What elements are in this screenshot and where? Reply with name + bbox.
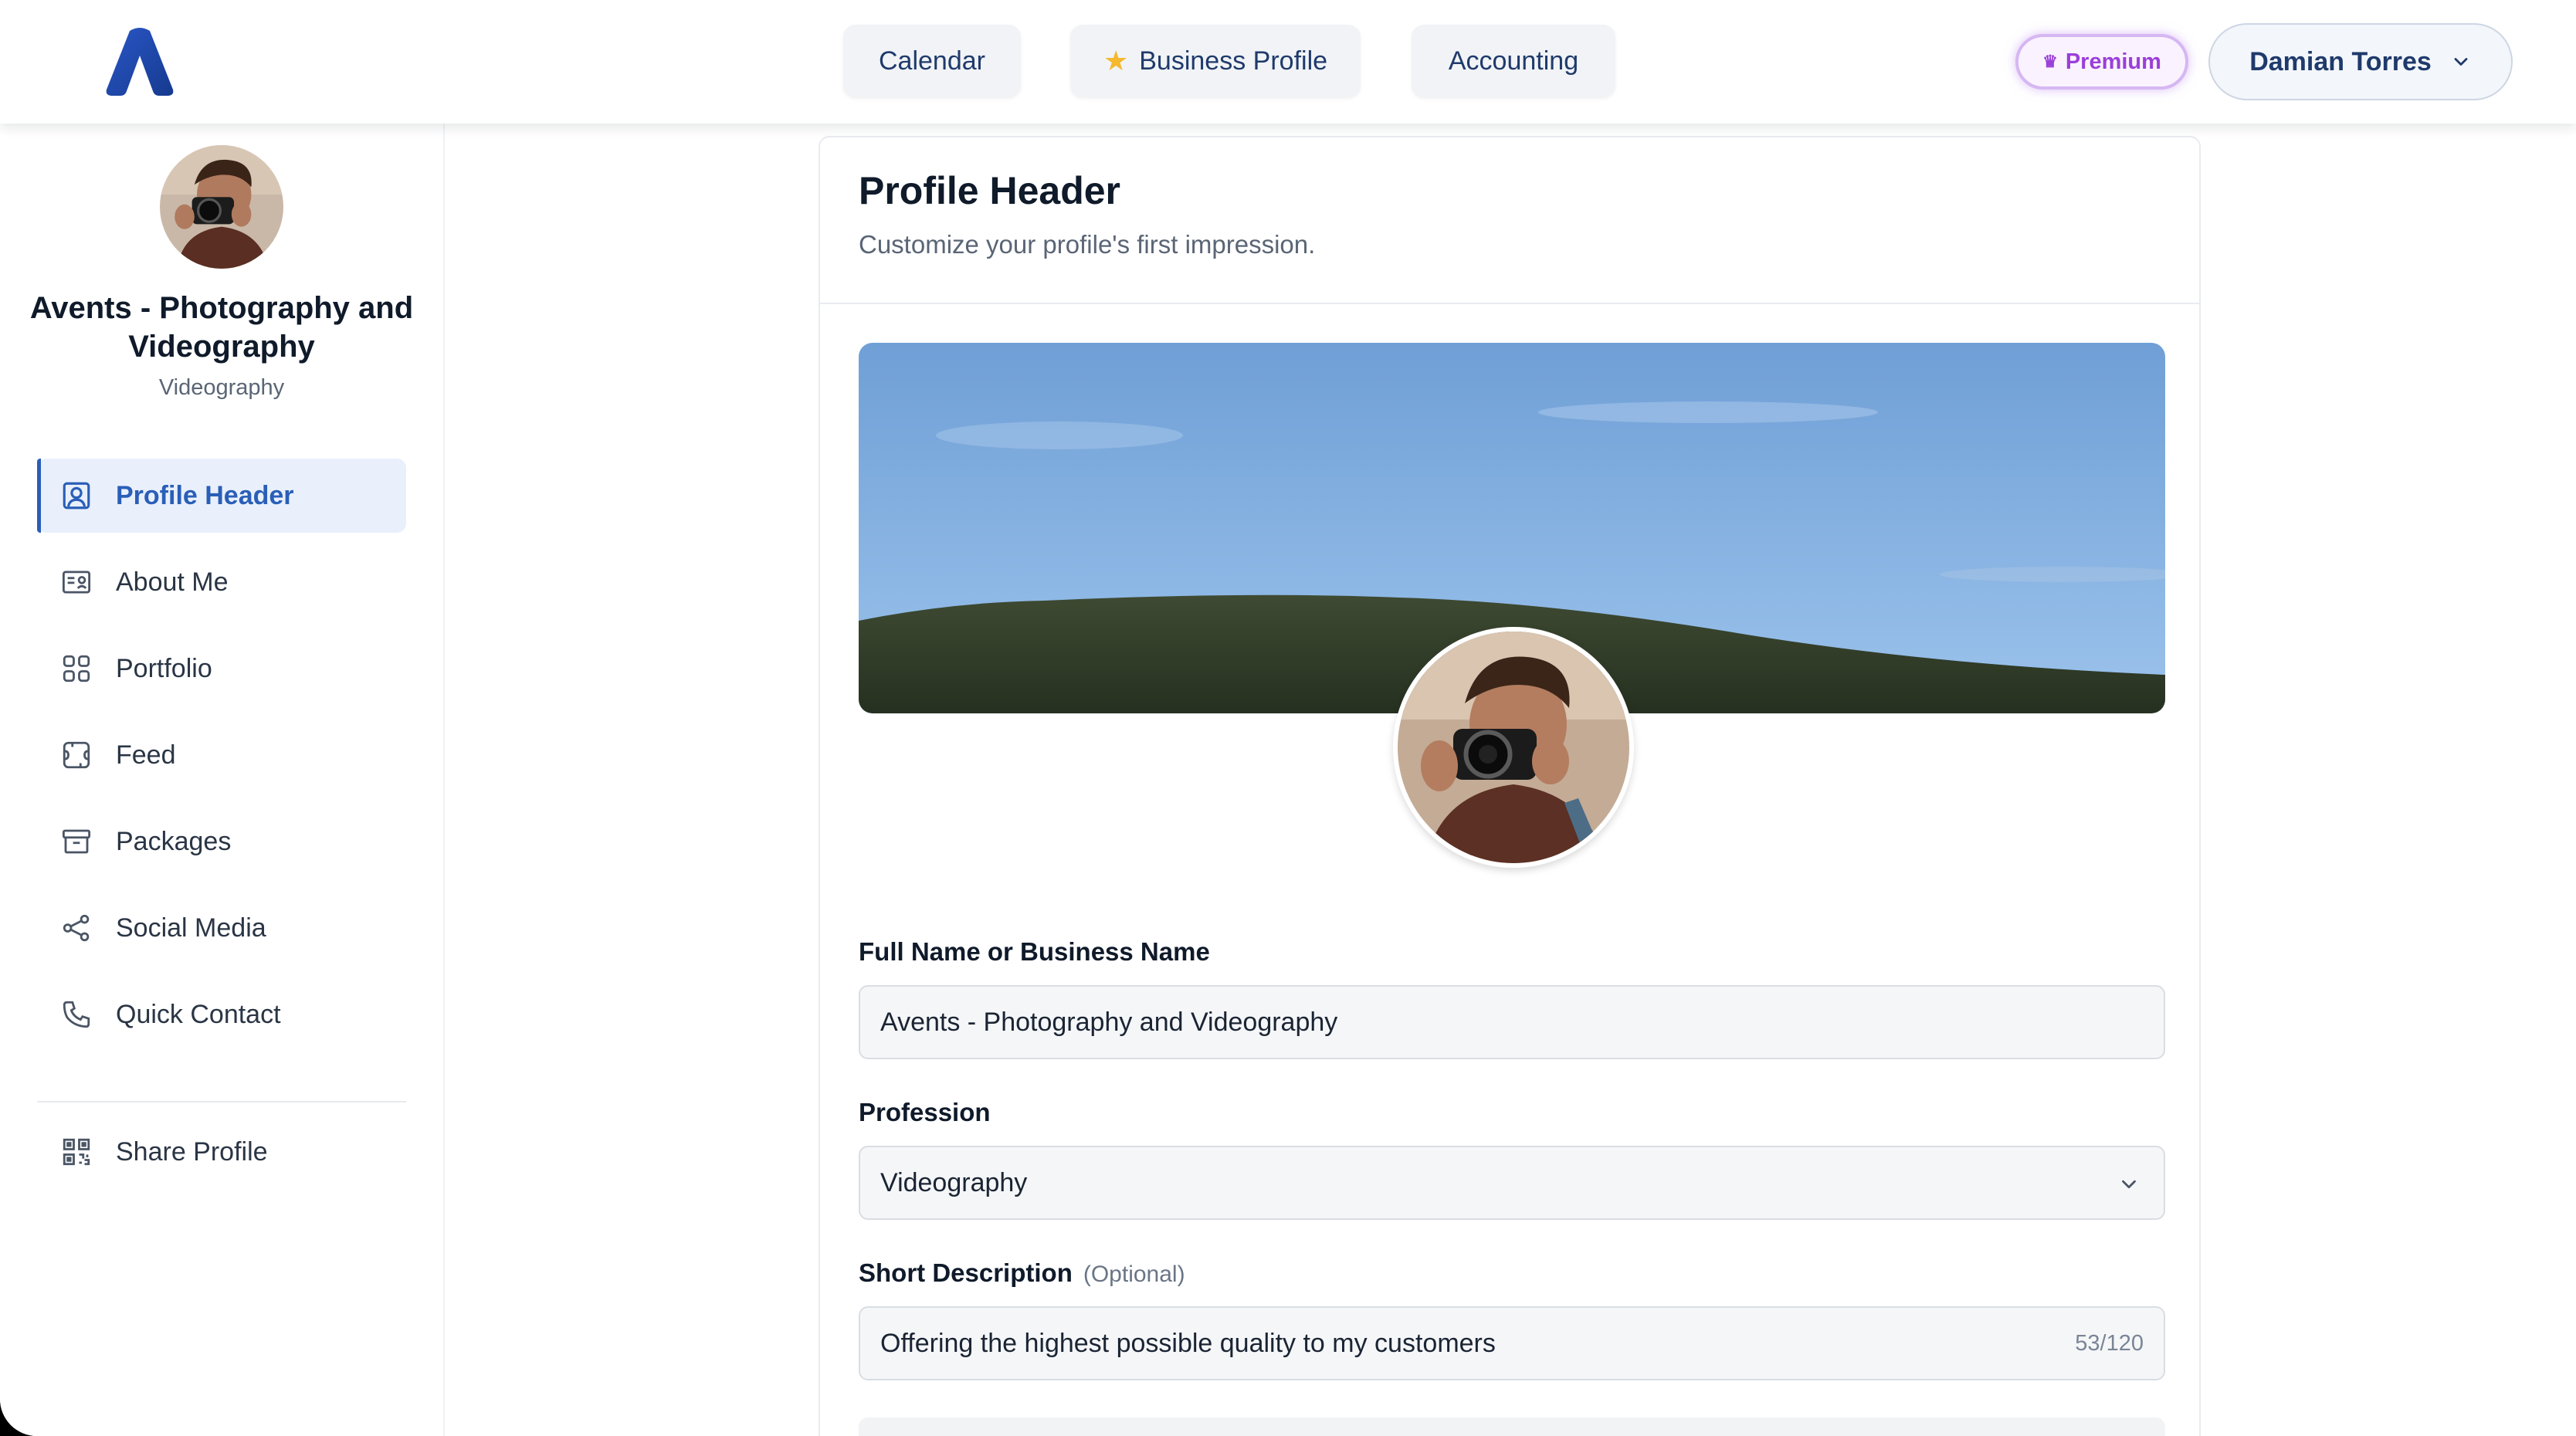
app-logo-icon[interactable] [105, 26, 175, 97]
archive-box-icon [62, 829, 91, 854]
top-navigation-bar: Calendar ★ Business Profile Accounting ♛… [0, 0, 2576, 124]
sidebar-item-about-me[interactable]: About Me [37, 545, 406, 619]
grid-icon [63, 655, 90, 682]
page-subtitle: Customize your profile's first impressio… [859, 230, 1316, 259]
crown-icon: ♛ [2042, 52, 2058, 71]
sidebar-item-portfolio[interactable]: Portfolio [37, 632, 406, 706]
character-counter: 53/120 [2075, 1331, 2144, 1356]
short-description-label-text: Short Description [859, 1258, 1073, 1287]
premium-label: Premium [2065, 49, 2161, 74]
sidebar-item-profile-header[interactable]: Profile Header [37, 459, 406, 533]
sidebar-item-label: Social Media [116, 913, 266, 943]
share-nodes-icon [63, 914, 90, 942]
sidebar-profession: Videography [158, 375, 285, 400]
chevron-down-icon [2454, 58, 2468, 66]
phone-icon [63, 1001, 90, 1028]
feed-icon [63, 741, 90, 769]
sidebar-item-feed[interactable]: Feed [37, 718, 406, 792]
sidebar-item-label: Quick Contact [116, 999, 281, 1029]
nav-business-profile-label: Business Profile [1139, 46, 1328, 76]
nav-business-profile-button[interactable]: ★ Business Profile [1070, 25, 1361, 97]
user-name: Damian Torres [2249, 46, 2432, 76]
app-window: Calendar ★ Business Profile Accounting ♛… [0, 0, 2576, 1436]
sidebar-item-label: Portfolio [116, 653, 212, 683]
sidebar-divider [37, 1101, 406, 1102]
full-name-input[interactable]: Avents - Photography and Videography [859, 985, 2165, 1059]
short-description-label: Short Description (Optional) [859, 1258, 1185, 1288]
nav-calendar-label: Calendar [879, 46, 985, 76]
sidebar-business-name: Avents - Photography and Videography [29, 291, 414, 364]
photographer-avatar-image [160, 145, 283, 269]
profession-value: Videography [880, 1167, 1028, 1197]
full-name-label: Full Name or Business Name [859, 937, 1210, 966]
sidebar-avatar [160, 145, 283, 269]
page-title: Profile Header [859, 169, 1121, 212]
id-card-icon [62, 571, 91, 594]
sidebar-item-label: Packages [116, 826, 232, 856]
sidebar-item-quick-contact[interactable]: Quick Contact [37, 977, 406, 1052]
sidebar-item-label: Profile Header [116, 480, 294, 510]
star-icon: ★ [1103, 45, 1129, 76]
share-profile-label: Share Profile [116, 1136, 268, 1167]
full-name-value: Avents - Photography and Videography [880, 1007, 1338, 1037]
user-menu-button[interactable]: Damian Torres [2208, 23, 2513, 100]
sidebar: Avents - Photography and Videography Vid… [0, 124, 445, 1436]
user-square-icon [63, 482, 90, 510]
nav-accounting-button[interactable]: Accounting [1412, 25, 1615, 97]
chevron-down-icon [2122, 1180, 2136, 1189]
sidebar-item-social-media[interactable]: Social Media [37, 891, 406, 965]
premium-badge-button[interactable]: ♛ Premium [2015, 34, 2188, 90]
qr-code-icon [63, 1138, 90, 1166]
card-divider [820, 303, 2199, 304]
nav-accounting-label: Accounting [1448, 46, 1579, 76]
nav-calendar-button[interactable]: Calendar [843, 25, 1021, 97]
sidebar-item-packages[interactable]: Packages [37, 804, 406, 879]
sidebar-item-label: Feed [116, 740, 176, 770]
profile-picture[interactable] [1393, 627, 1634, 868]
short-description-value: Offering the highest possible quality to… [880, 1328, 1496, 1358]
profession-select[interactable]: Videography [859, 1146, 2165, 1220]
next-field-partial[interactable] [859, 1417, 2165, 1436]
profile-header-card: Profile Header Customize your profile's … [819, 136, 2201, 1436]
photographer-profile-image [1398, 632, 1629, 863]
sidebar-item-label: About Me [116, 567, 229, 597]
optional-hint: (Optional) [1083, 1262, 1185, 1287]
share-profile-button[interactable]: Share Profile [37, 1115, 406, 1189]
profession-label: Profession [859, 1098, 991, 1126]
short-description-input[interactable]: Offering the highest possible quality to… [859, 1306, 2165, 1380]
